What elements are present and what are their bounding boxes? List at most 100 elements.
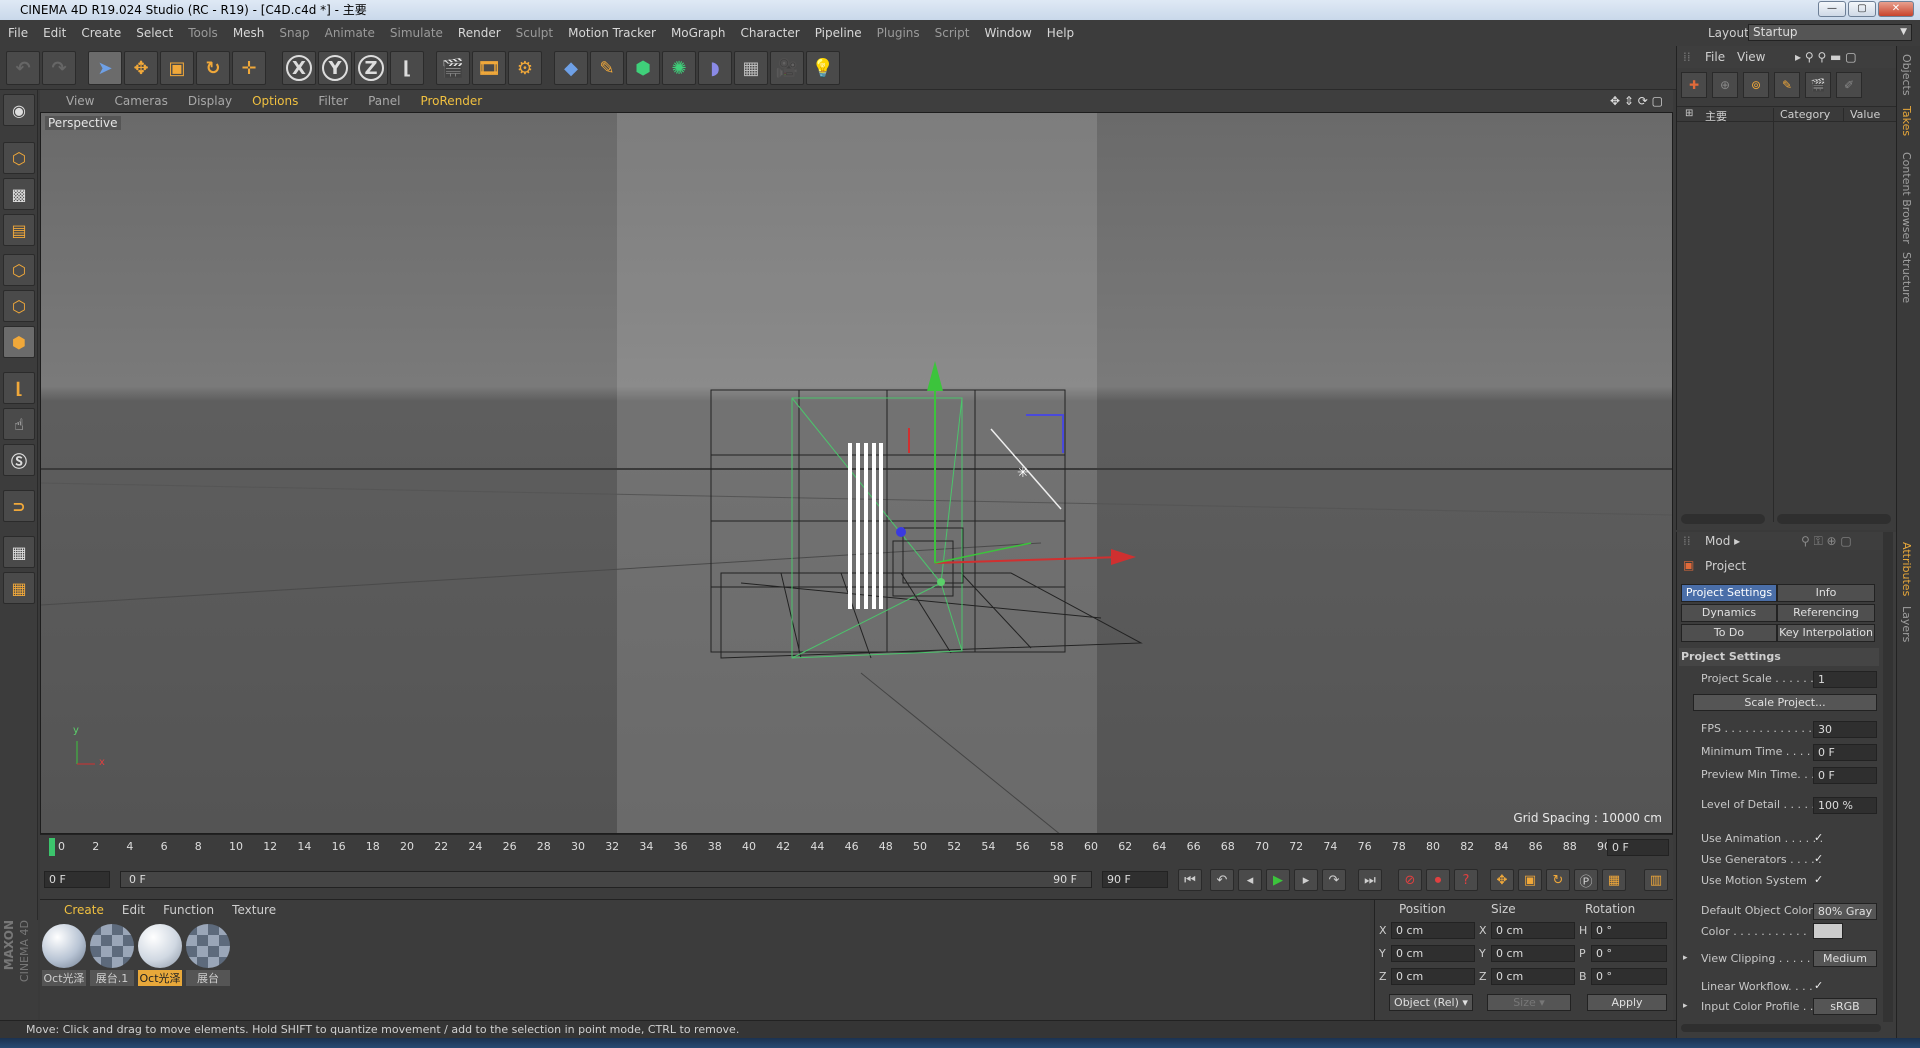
objects-menu-view[interactable]: View xyxy=(1737,50,1765,64)
size-field[interactable]: 0 cm xyxy=(1491,968,1575,985)
minimize-button[interactable]: — xyxy=(1818,1,1846,17)
select-tool-icon[interactable]: ➤ xyxy=(88,51,122,85)
scale-tool-icon[interactable]: ▣ xyxy=(160,51,194,85)
side-tab-objects[interactable]: Objects xyxy=(1900,54,1913,96)
linear-workflow-checkbox[interactable]: ✓ xyxy=(1814,980,1826,992)
make-editable-icon[interactable]: ◉ xyxy=(3,94,35,126)
position-field[interactable]: 0 cm xyxy=(1391,945,1475,962)
horizontal-scrollbar[interactable] xyxy=(1681,514,1765,524)
model-mode-icon[interactable]: ⬡ xyxy=(3,142,35,174)
tab-to-do[interactable]: To Do xyxy=(1681,624,1777,642)
solo-mode-icon[interactable]: Ⓢ xyxy=(3,444,35,476)
expand-arrow-icon[interactable]: ▸ xyxy=(1683,1001,1688,1011)
rotation-field[interactable]: 0 ° xyxy=(1591,968,1667,985)
tab-info[interactable]: Info xyxy=(1777,584,1875,602)
menu-create[interactable]: Create xyxy=(81,26,121,40)
prev-key-icon[interactable]: ↶ xyxy=(1210,869,1234,891)
rotation-field[interactable]: 0 ° xyxy=(1591,945,1667,962)
spline-pen-icon[interactable]: ✎ xyxy=(590,51,624,85)
undo-icon[interactable]: ↶ xyxy=(6,51,40,85)
attribute-mode-menu[interactable]: Mod ▸ xyxy=(1705,534,1740,548)
scale-project-button[interactable]: Scale Project... xyxy=(1693,694,1877,711)
menu-window[interactable]: Window xyxy=(984,26,1031,40)
cube-object-icon[interactable]: ◆ xyxy=(554,51,588,85)
goto-end-icon[interactable]: ⏭ xyxy=(1358,869,1382,891)
menu-pipeline[interactable]: Pipeline xyxy=(815,26,862,40)
locked-workplane-icon[interactable]: ▦ xyxy=(3,536,35,568)
redo-icon[interactable]: ↷ xyxy=(42,51,76,85)
use-generators-checkbox[interactable]: ✓ xyxy=(1814,853,1826,865)
material-menu-function[interactable]: Function xyxy=(163,903,214,917)
render-view-icon[interactable]: 🎬 xyxy=(436,51,470,85)
add-tag-icon[interactable]: ✚ xyxy=(1681,72,1707,98)
use-motion-system-checkbox[interactable]: ✓ xyxy=(1814,874,1826,886)
close-button[interactable]: ✕ xyxy=(1878,1,1914,17)
side-tab-takes[interactable]: Takes xyxy=(1900,106,1913,136)
timeline-ruler[interactable]: 0 2 4 6 8 10 12 14 16 18 20 22 24 26 28 30 32 34 36 38 40 42 4… xyxy=(40,834,1673,860)
menu-render[interactable]: Render xyxy=(458,26,501,40)
start-frame-field[interactable]: 0 F xyxy=(44,871,110,888)
workplane-mode-icon[interactable]: ▤ xyxy=(3,214,35,246)
bodypaint-icon[interactable]: ✎ xyxy=(1774,72,1800,98)
transform-tool-icon[interactable]: ✛ xyxy=(232,51,266,85)
viewport-menu-prorender[interactable]: ProRender xyxy=(420,94,482,108)
render-picture-viewer-icon[interactable]: 🎞 xyxy=(472,51,506,85)
maximize-button[interactable]: ▢ xyxy=(1848,1,1876,17)
rotation-field[interactable]: 0 ° xyxy=(1591,922,1667,939)
side-tab-structure[interactable]: Structure xyxy=(1900,252,1913,303)
planar-workplane-icon[interactable]: ▦ xyxy=(3,572,35,604)
menu-motion-tracker[interactable]: Motion Tracker xyxy=(568,26,656,40)
menu-snap[interactable]: Snap xyxy=(279,26,309,40)
move-tool-icon[interactable]: ✥ xyxy=(124,51,158,85)
color-swatch[interactable] xyxy=(1813,923,1843,939)
level-of-detail-field[interactable]: 100 % xyxy=(1813,797,1877,814)
viewport-menu-filter[interactable]: Filter xyxy=(318,94,348,108)
side-tab-content-browser[interactable]: Content Browser xyxy=(1900,152,1913,244)
menu-select[interactable]: Select xyxy=(136,26,173,40)
axis-mode-icon[interactable]: ⌊ xyxy=(3,372,35,404)
objects-manager-tools-icon[interactable]: ▸ ⚲ ⚲ ▬ ▢ xyxy=(1795,50,1857,64)
attribute-nav-icons[interactable]: ⚲ ⚿ ⊕ ▢ xyxy=(1801,534,1852,549)
menu-mesh[interactable]: Mesh xyxy=(233,26,265,40)
side-tab-attributes[interactable]: Attributes xyxy=(1900,542,1913,596)
material-item[interactable]: 展台 xyxy=(186,924,230,986)
cloner-icon[interactable]: ✺ xyxy=(662,51,696,85)
size-field[interactable]: 0 cm xyxy=(1491,922,1575,939)
size-field[interactable]: 0 cm xyxy=(1491,945,1575,962)
material-menu-create[interactable]: Create xyxy=(64,903,104,917)
preview-min-time-field[interactable]: 0 F xyxy=(1813,767,1877,784)
menu-help[interactable]: Help xyxy=(1047,26,1074,40)
material-item[interactable]: Oct光泽 xyxy=(42,924,86,986)
tab-key-interpolation[interactable]: Key Interpolation xyxy=(1777,624,1875,642)
render-settings-icon[interactable]: ⚙ xyxy=(508,51,542,85)
menu-sculpt[interactable]: Sculpt xyxy=(516,26,553,40)
floor-icon[interactable]: ▦ xyxy=(734,51,768,85)
material-item[interactable]: 展台.1 xyxy=(90,924,134,986)
key-parameter-icon[interactable]: Ⓟ xyxy=(1574,869,1598,891)
perspective-viewport[interactable]: ✳ Perspective y x Grid Spacing : 10000 c… xyxy=(40,112,1673,834)
menu-script[interactable]: Script xyxy=(935,26,970,40)
menu-tools[interactable]: Tools xyxy=(188,26,218,40)
key-rotation-icon[interactable]: ↻ xyxy=(1546,869,1570,891)
next-frame-icon[interactable]: ▸ xyxy=(1294,869,1318,891)
key-position-icon[interactable]: ✥ xyxy=(1490,869,1514,891)
menu-character[interactable]: Character xyxy=(740,26,799,40)
prev-frame-icon[interactable]: ◂ xyxy=(1238,869,1262,891)
menu-animate[interactable]: Animate xyxy=(325,26,375,40)
tab-dynamics[interactable]: Dynamics xyxy=(1681,604,1777,622)
play-icon[interactable]: ▶ xyxy=(1266,869,1290,891)
viewport-menu-display[interactable]: Display xyxy=(188,94,232,108)
view-clipping-dropdown[interactable]: Medium xyxy=(1813,950,1877,967)
render-tag-icon[interactable]: 🎬 xyxy=(1805,72,1831,98)
edges-mode-icon[interactable]: ⬡ xyxy=(3,290,35,322)
project-scale-field[interactable]: 1 xyxy=(1813,671,1877,688)
goto-start-icon[interactable]: ⏮ xyxy=(1178,869,1202,891)
keyframe-selection-icon[interactable]: ? xyxy=(1454,869,1478,891)
y-axis-lock-button[interactable]: Y xyxy=(318,51,352,85)
end-frame-field[interactable]: 90 F xyxy=(1102,871,1168,888)
position-field[interactable]: 0 cm xyxy=(1391,922,1475,939)
layout-dropdown[interactable]: Startup ▼ xyxy=(1748,24,1912,41)
menu-plugins[interactable]: Plugins xyxy=(877,26,920,40)
vertical-scrollbar[interactable] xyxy=(1883,532,1893,1022)
tab-project-settings[interactable]: Project Settings xyxy=(1681,584,1777,602)
